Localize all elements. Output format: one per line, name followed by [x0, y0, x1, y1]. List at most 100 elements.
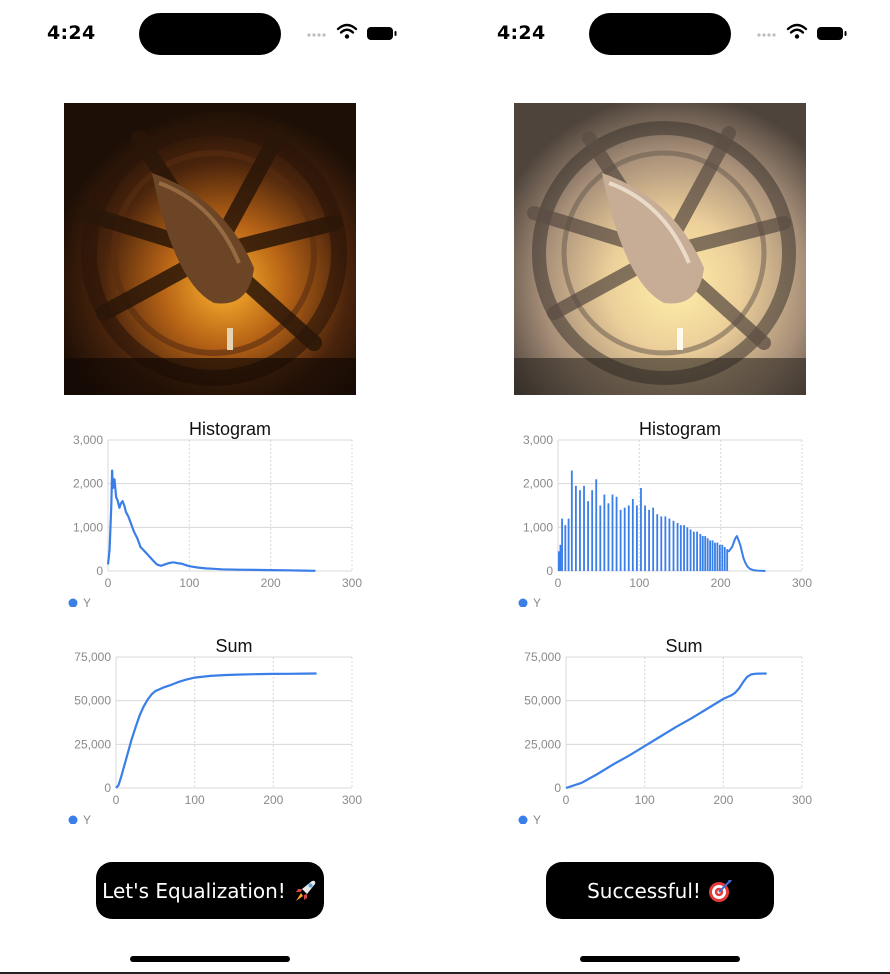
home-indicator	[130, 956, 290, 962]
y-tick-label: 1,000	[73, 520, 103, 534]
y-tick-label: 50,000	[524, 694, 561, 708]
y-tick-label: 3,000	[523, 433, 553, 447]
histogram-bar	[668, 518, 671, 571]
chart-title: Sum	[665, 636, 702, 656]
histogram-bar	[611, 494, 614, 571]
histogram-bar	[591, 490, 594, 571]
histogram-bar	[587, 501, 589, 571]
histogram-bar	[607, 503, 610, 571]
x-tick-label: 200	[713, 793, 733, 807]
histogram-bar	[615, 496, 618, 571]
histogram-bar	[561, 518, 563, 571]
histogram-bar	[704, 536, 707, 571]
histogram-bar	[701, 536, 704, 571]
histogram-bar	[652, 507, 655, 571]
status-time: 4:24	[497, 22, 546, 44]
histogram-bar	[559, 544, 562, 571]
success-button[interactable]: Successful!	[546, 862, 774, 919]
tunnel-photo-equalized	[514, 103, 806, 395]
histogram-bar	[603, 494, 606, 571]
chart-svg: Sum 0 25,000 50,000 75,000 0 100 200 300 Y	[518, 636, 812, 827]
phone-screen-right: 4:24 Histogram 0 1,000 2,000 3,000 0 100…	[450, 0, 890, 974]
signal-icon	[307, 33, 326, 37]
y-tick-label: 0	[104, 781, 111, 795]
wifi-dot	[344, 34, 350, 39]
button-label: Let's Equalization!	[102, 878, 286, 903]
chart-title: Sum	[215, 636, 252, 656]
histogram-chart-original: Histogram 0 1,000 2,000 3,000 0 100 200 300 Y	[52, 417, 382, 610]
x-tick-label: 100	[629, 576, 649, 590]
x-tick-label: 300	[342, 793, 362, 807]
x-tick-label: 300	[342, 576, 362, 590]
chart-svg: Sum 0 25,000 50,000 75,000 0 100 200 300 Y	[68, 636, 362, 827]
chart-svg: Histogram 0 1,000 2,000 3,000 0 100 200 300 Y	[68, 419, 362, 610]
histogram-bar	[635, 505, 638, 571]
histogram-bar	[579, 490, 581, 571]
home-indicator	[580, 956, 740, 962]
histogram-bar	[648, 509, 650, 571]
histogram-bar	[709, 540, 711, 571]
y-tick-label: 25,000	[524, 737, 561, 751]
wifi-icon	[786, 23, 808, 34]
histogram-bar	[631, 498, 634, 571]
histogram-bar	[699, 533, 702, 571]
histogram-bar	[619, 509, 622, 571]
sum-chart-original: Sum 0 25,000 50,000 75,000 0 100 200 300 Y	[52, 634, 382, 827]
series-line	[106, 469, 316, 572]
wifi-icon	[336, 23, 358, 34]
histogram-bar	[689, 529, 692, 571]
y-tick-label: 3,000	[73, 433, 103, 447]
x-tick-label: 300	[792, 576, 812, 590]
chart-title: Histogram	[189, 419, 271, 439]
x-tick-label: 100	[185, 793, 205, 807]
series-line	[727, 535, 766, 572]
x-tick-label: 200	[711, 576, 731, 590]
y-tick-label: 0	[546, 564, 553, 578]
target-icon	[707, 878, 733, 904]
histogram-bar	[640, 488, 642, 571]
legend-dot	[518, 598, 528, 608]
histogram-bar	[623, 507, 626, 571]
battery-icon	[367, 27, 397, 40]
y-tick-label: 25,000	[74, 737, 111, 751]
x-tick-label: 0	[105, 576, 112, 590]
signal-icon	[757, 33, 776, 37]
histogram-bar	[583, 485, 585, 571]
rocket-icon	[292, 878, 318, 904]
series-line	[115, 672, 317, 789]
histogram-bar	[672, 520, 675, 571]
histogram-bar	[656, 514, 659, 571]
histogram-bar	[676, 522, 679, 571]
legend-label: Y	[83, 596, 91, 607]
x-tick-label: 300	[792, 793, 812, 807]
histogram-bar	[627, 505, 630, 571]
histogram-bar	[599, 505, 602, 571]
wifi-dot	[794, 34, 800, 39]
x-tick-label: 200	[261, 576, 281, 590]
histogram-bar	[679, 525, 682, 571]
y-tick-label: 1,000	[523, 520, 553, 534]
legend-dot	[518, 815, 528, 825]
dynamic-island	[139, 13, 281, 55]
histogram-bar	[696, 531, 698, 571]
y-tick-label: 2,000	[523, 477, 553, 491]
x-tick-label: 100	[179, 576, 199, 590]
phone-screen-left: 4:24 Histogram 0 1,000 2,000 3,000 0 100…	[0, 0, 445, 974]
y-tick-label: 50,000	[74, 694, 111, 708]
histogram-bar	[726, 549, 729, 571]
x-tick-label: 100	[635, 793, 655, 807]
histogram-bar	[723, 546, 726, 571]
legend-label: Y	[83, 813, 91, 824]
histogram-bar	[664, 516, 667, 571]
status-icons	[757, 23, 847, 40]
legend-label: Y	[533, 596, 541, 607]
histogram-bar	[716, 542, 719, 571]
histogram-bar	[721, 544, 724, 571]
histogram-bar	[574, 485, 577, 571]
y-tick-label: 0	[554, 781, 561, 795]
dynamic-island	[589, 13, 731, 55]
legend-label: Y	[533, 813, 541, 824]
histogram-bar	[714, 542, 716, 571]
equalize-button[interactable]: Let's Equalization!	[96, 862, 324, 919]
histogram-chart-equalized: Histogram 0 1,000 2,000 3,000 0 100 200 300 Y	[502, 417, 832, 610]
